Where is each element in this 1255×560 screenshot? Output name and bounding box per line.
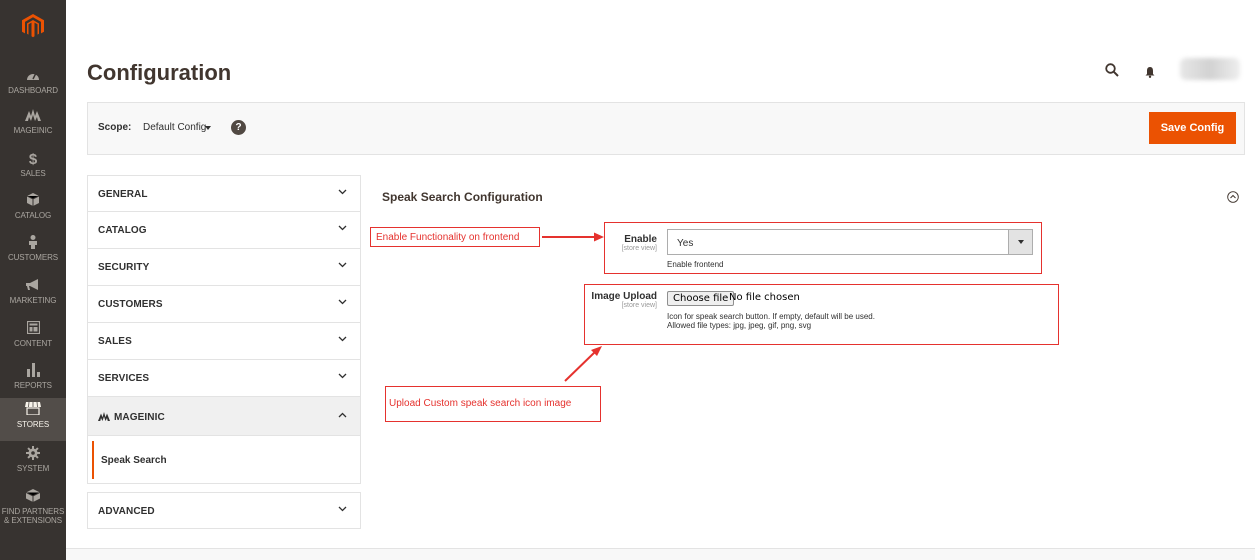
nav-label-2: & EXTENSIONS — [4, 516, 62, 525]
nav-label: MARKETING — [9, 296, 57, 305]
admin-sidebar: DASHBOARD MAGEINIC $ SALES CATALOG CUSTO… — [0, 0, 66, 560]
tab-label: ADVANCED — [98, 506, 155, 517]
tab-label: MAGEINIC — [114, 412, 165, 423]
tab-label: GENERAL — [98, 189, 148, 200]
annotation-text-upload: Upload Custom speak search icon image — [389, 398, 572, 409]
nav-label: MAGEINIC — [13, 126, 53, 135]
magento-logo[interactable] — [0, 0, 66, 52]
tab-catalog[interactable]: CATALOG — [87, 212, 361, 249]
nav-item-find-partners[interactable]: FIND PARTNERS & EXTENSIONS — [0, 485, 66, 533]
nav-item-marketing[interactable]: MARKETING — [0, 274, 66, 317]
nav-label: CATALOG — [14, 211, 52, 220]
chevron-down-icon — [338, 336, 347, 342]
nav-label: REPORTS — [14, 381, 52, 390]
mageinic-icon — [0, 108, 66, 126]
page-title: Configuration — [87, 60, 232, 85]
app-root: DASHBOARD MAGEINIC $ SALES CATALOG CUSTO… — [0, 0, 1255, 560]
nav-label: SYSTEM — [16, 464, 50, 473]
annotation-box-enable — [604, 222, 1042, 274]
nav-item-stores[interactable]: STORES — [0, 398, 66, 441]
magento-logo-icon — [22, 14, 44, 38]
nav-label: CUSTOMERS — [7, 253, 59, 262]
bell-icon — [1145, 67, 1155, 78]
tab-security[interactable]: SECURITY — [87, 249, 361, 286]
dollar-icon: $ — [28, 151, 38, 168]
help-icon[interactable]: ? — [231, 120, 246, 135]
nav-item-system[interactable]: SYSTEM — [0, 442, 66, 485]
annotation-text-enable: Enable Functionality on frontend — [376, 232, 520, 243]
tab-services[interactable]: SERVICES — [87, 360, 361, 397]
chevron-down-icon — [338, 189, 347, 195]
page-footer — [66, 548, 1255, 560]
section-title[interactable]: Speak Search Configuration — [382, 190, 543, 204]
nav-item-content[interactable]: CONTENT — [0, 317, 66, 360]
notifications-button[interactable] — [1145, 65, 1155, 83]
tab-speak-search[interactable]: Speak Search — [87, 436, 361, 484]
megaphone-icon — [0, 278, 66, 296]
nav-item-mageinic[interactable]: MAGEINIC — [0, 104, 66, 147]
nav-label: CONTENT — [14, 339, 52, 348]
chevron-down-icon — [338, 373, 347, 379]
search-icon — [1105, 63, 1119, 77]
tab-general[interactable]: GENERAL — [87, 175, 361, 212]
nav-item-dashboard[interactable]: DASHBOARD — [0, 64, 66, 107]
chevron-down-icon — [338, 506, 347, 512]
tab-mageinic[interactable]: MAGEINIC — [87, 397, 361, 436]
tab-sales[interactable]: SALES — [87, 323, 361, 360]
nav-item-customers[interactable]: CUSTOMERS — [0, 231, 66, 274]
nav-label: SALES — [20, 169, 46, 178]
tab-label: CATALOG — [98, 225, 147, 236]
tab-label: CUSTOMERS — [98, 299, 163, 310]
tab-customers[interactable]: CUSTOMERS — [87, 286, 361, 323]
mageinic-icon — [98, 412, 110, 421]
nav-label: STORES — [16, 420, 50, 429]
config-tabs: GENERAL CATALOG SECURITY CUSTOMERS SALES… — [87, 175, 361, 529]
chevron-up-icon — [338, 412, 347, 418]
chevron-down-icon — [338, 299, 347, 305]
extensions-icon — [0, 489, 66, 507]
nav-label: DASHBOARD — [8, 86, 58, 95]
box-icon — [0, 193, 66, 211]
bar-chart-icon — [0, 363, 66, 381]
active-indicator — [92, 441, 94, 479]
tab-label: SALES — [98, 336, 132, 347]
scope-switcher[interactable]: Default Config — [143, 122, 206, 133]
nav-item-catalog[interactable]: CATALOG — [0, 189, 66, 232]
chevron-down-icon — [338, 225, 347, 231]
chevron-down-icon — [205, 126, 211, 130]
annotation-arrow-up-icon — [564, 346, 602, 382]
nav-item-reports[interactable]: REPORTS — [0, 359, 66, 402]
store-icon — [0, 401, 66, 420]
user-account-menu[interactable] — [1180, 58, 1240, 80]
dashboard-icon — [0, 68, 66, 86]
annotation-box-upload — [584, 284, 1059, 345]
save-config-button[interactable]: Save Config — [1149, 112, 1236, 144]
annotation-arrow-right-icon — [542, 232, 604, 242]
scope-label: Scope: — [98, 122, 132, 133]
global-search-button[interactable] — [1105, 63, 1119, 82]
scope-bar: Scope: Default Config ? — [87, 102, 1245, 155]
tab-label: SECURITY — [98, 262, 150, 273]
nav-item-sales[interactable]: $ SALES — [0, 147, 66, 190]
person-icon — [0, 235, 66, 253]
chevron-down-icon — [338, 262, 347, 268]
tab-advanced[interactable]: ADVANCED — [87, 492, 361, 529]
nav-label: FIND PARTNERS — [1, 507, 65, 516]
gear-icon — [0, 446, 66, 464]
layout-icon — [0, 320, 66, 339]
collapse-section-icon[interactable] — [1227, 191, 1239, 203]
subtab-label: Speak Search — [101, 455, 167, 466]
tab-label: SERVICES — [98, 373, 150, 384]
